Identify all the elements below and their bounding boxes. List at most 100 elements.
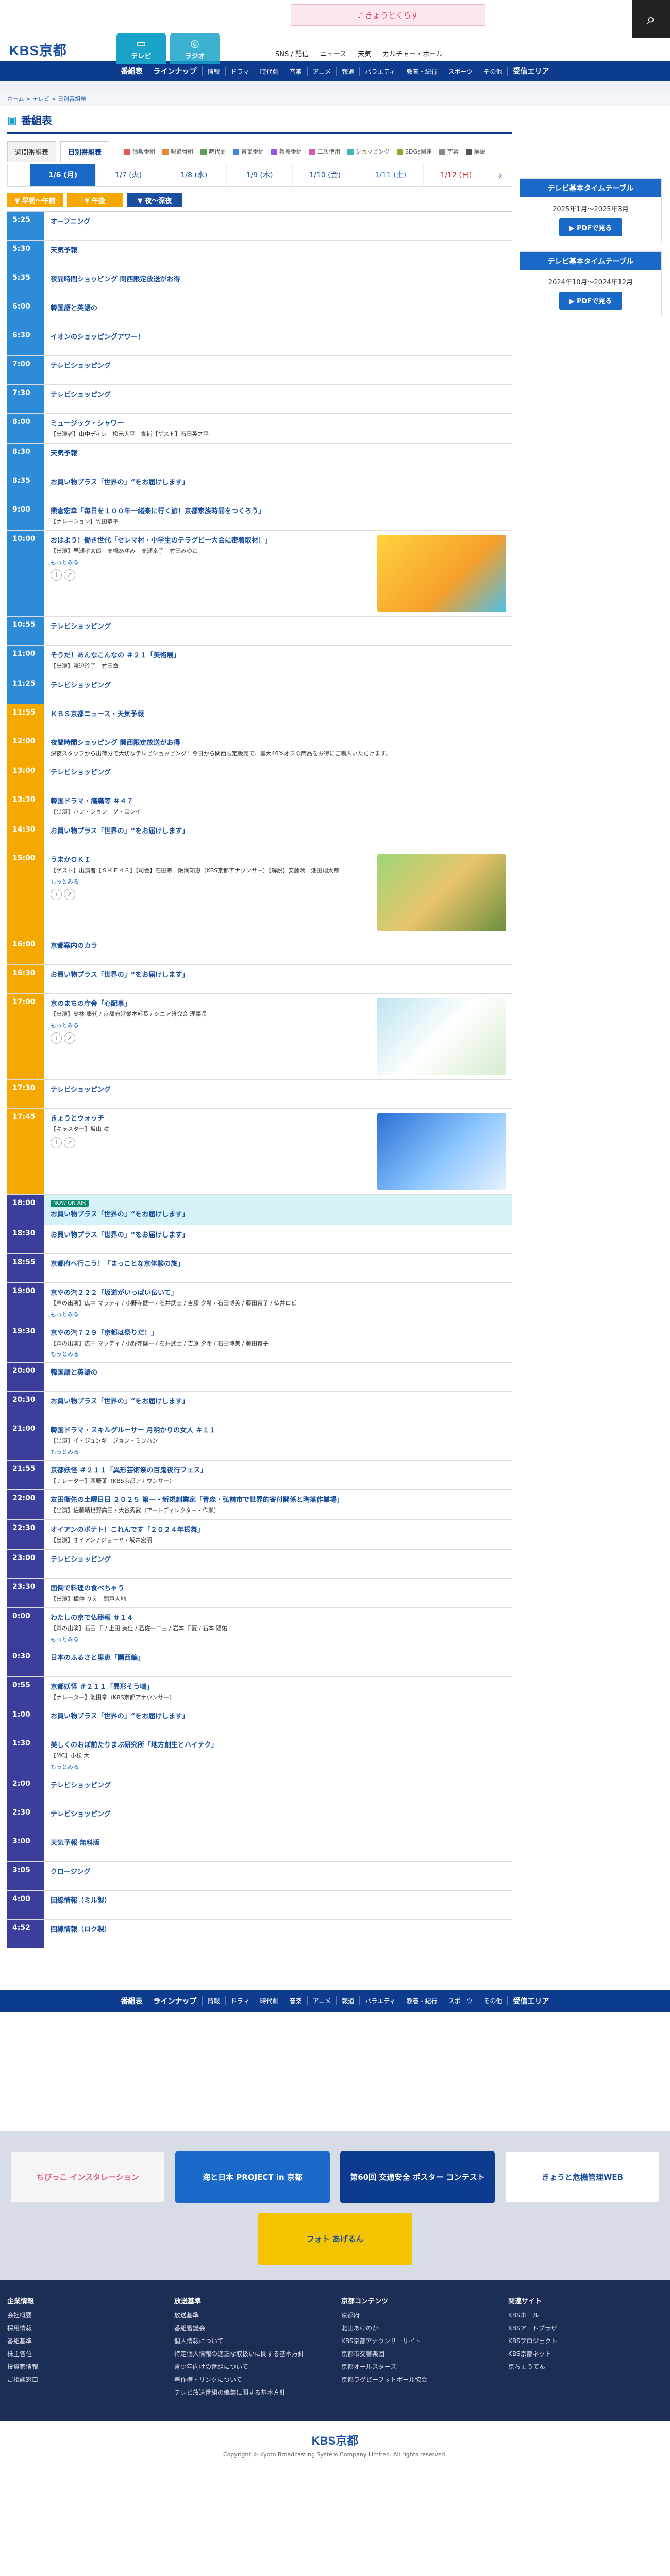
schedule-row[interactable]: 15:00 うまかＯＫＩ 【ゲスト】出演者【ＳＫＥ４８】【司会】石田宗 阪間知恵（K… [7,850,512,936]
footer-link[interactable]: KBSアートプラザ [508,2324,663,2332]
search-button[interactable]: ⌕ [632,0,670,38]
footer-link[interactable]: KBSホール [508,2311,663,2319]
schedule-row[interactable]: 22:30 オイアンのポテト！これんです「２０２４年振舞」 【出演】オイアン / ジ… [7,1519,512,1550]
schedule-row[interactable]: 8:30 天気予報 [7,443,512,472]
top-banner[interactable]: ♪ きょうとくらす [291,4,485,26]
nav-item[interactable]: ドラマ [226,66,255,76]
program-cell[interactable]: お買い物プラス「世界の」“をお届けします」 [44,821,512,850]
program-cell[interactable]: テレビショッピング [44,617,512,645]
schedule-row[interactable]: 18:30 お買い物プラス「世界の」“をお届けします」 [7,1225,512,1254]
program-title[interactable]: 京都府へ行こう！「まっことな京体験の旅」 [51,1258,506,1268]
schedule-row[interactable]: 12:00 夜間時間ショッピング 関西限定放送がお得 深夜スタッフから出荷分で大切な… [7,733,512,763]
date-tab[interactable]: 1/6 (月) [30,164,96,186]
nav-item[interactable]: ラインナップ [148,66,203,76]
schedule-row[interactable]: 16:00 京都案内のカラ [7,936,512,965]
schedule-row[interactable]: 8:35 お買い物プラス「世界の」“をお届けします」 [7,472,512,501]
program-thumbnail[interactable] [377,535,506,613]
program-cell[interactable]: テレビショッピング [44,762,512,791]
program-cell[interactable]: オープニング [44,212,512,240]
program-cell[interactable]: クロージング [44,1862,512,1890]
program-cell[interactable]: お買い物プラス「世界の」“をお届けします」 [44,472,512,501]
program-cell[interactable]: お買い物プラス「世界の」“をお届けします」 [44,1392,512,1420]
program-title[interactable]: テレビショッピング [51,1084,506,1094]
program-cell[interactable]: 京やの汽２２２「坂道がいっぱい伝いて」 【声の出演】広中 マッティ / 小野寺健一… [44,1283,512,1323]
program-title[interactable]: クロージング [51,1866,506,1876]
program-cell[interactable]: きょうとウォッチ 【キャスター】坂山 咲 i ↗ [44,1109,512,1194]
program-title[interactable]: お買い物プラス「世界の」“をお届けします」 [51,477,506,486]
nav-item[interactable]: 報道 [337,66,360,76]
program-title[interactable]: 京都妖怪 ＃２１１「異形そう鳴」 [51,1681,506,1691]
header-link[interactable]: カルチャー・ホール [382,48,443,58]
program-title[interactable]: お買い物プラス「世界の」“をお届けします」 [51,1229,506,1239]
program-title[interactable]: オイアンのポテト！これんです「２０２４年振舞」 [51,1524,506,1534]
program-title[interactable]: 回線情報（ロク製） [51,1924,506,1934]
nav-item[interactable]: ラインナップ [148,1995,203,2006]
program-cell[interactable]: うまかＯＫＩ 【ゲスト】出演者【ＳＫＥ４８】【司会】石田宗 阪間知恵（KBS京都ア… [44,850,512,936]
nav-item[interactable]: 時代劇 [255,1996,284,2006]
program-title[interactable]: テレビショッピング [51,1780,506,1789]
nav-item[interactable]: 教養・紀行 [401,66,443,76]
breadcrumb[interactable]: ホーム > テレビ > 日別番組表 [0,91,670,106]
banner-item[interactable]: ちびっこ インスタレーション [10,2151,165,2203]
footer-link[interactable]: 著作権・リンクについて [174,2375,329,2384]
schedule-row[interactable]: 3:05 クロージング [7,1861,512,1891]
schedule-row[interactable]: 14:30 お買い物プラス「世界の」“をお届けします」 [7,821,512,850]
program-title[interactable]: 韓国語と英語の [51,1367,506,1377]
banner-item[interactable]: 第60回 交通安全 ポスター コンテスト [340,2151,495,2203]
program-cell[interactable]: お買い物プラス「世界の」“をお届けします」 [44,1225,512,1253]
schedule-row[interactable]: 2:00 テレビショッピング [7,1775,512,1804]
program-title[interactable]: そうだ！あんなこんなの ＃２１「美術展」 [51,650,506,659]
nav-item[interactable]: 報道 [337,1996,360,2006]
info-icon[interactable]: i [51,1032,62,1044]
program-cell[interactable]: テレビショッピング [44,356,512,384]
footer-link[interactable]: 個人情報について [174,2336,329,2345]
program-cell[interactable]: テレビショッピング [44,1080,512,1108]
program-title[interactable]: 韓国ドラマ・痛痛等 ＃４７ [51,795,506,805]
schedule-row[interactable]: 19:00 京やの汽２２２「坂道がいっぱい伝いて」 【声の出演】広中 マッティ / … [7,1282,512,1323]
schedule-row[interactable]: 8:00 ミュージック・シャワー 【出演者】山中ディレ 松元大平 實補【ゲスト】石田… [7,414,512,444]
program-title[interactable]: お買い物プラス「世界の」“をお届けします」 [51,969,506,979]
program-thumbnail[interactable] [377,997,506,1075]
schedule-row[interactable]: 19:30 京やの汽７２９「京都は祭りだ！」 【声の出演】広中 マッティ / 小野寺… [7,1323,512,1363]
program-title[interactable]: テレビショッピング [51,1554,506,1564]
schedule-row[interactable]: 5:30 天気予報 [7,241,512,269]
header-link[interactable]: 天気 [358,48,371,58]
more-link[interactable]: もっとみる [51,1310,506,1318]
program-title[interactable]: テレビショッピング [51,767,506,776]
date-tab[interactable]: 1/12 (日) [424,164,489,186]
schedule-row[interactable]: 0:55 京都妖怪 ＃２１１「異形そう鳴」 【ナレーター】池田章（KBS京都アナウン… [7,1676,512,1707]
more-link[interactable]: もっとみる [51,1635,506,1643]
program-title[interactable]: 夜間時間ショッピング 関西限定放送がお得 [51,737,506,747]
program-title[interactable]: 天気予報 [51,448,506,457]
nav-item[interactable]: バラエティ [360,1996,401,2006]
footer-link[interactable]: 投資家情報 [7,2362,162,2371]
footer-link[interactable]: 会社概要 [7,2311,162,2319]
nav-item[interactable]: アニメ [308,1996,337,2006]
date-tab[interactable]: 1/9 (木) [227,164,293,186]
program-cell[interactable]: 熊倉宏幸「毎日を１００年一緒楽に行く旅！京都家族時間をつくろう」 【ナレーション】… [44,501,512,531]
program-cell[interactable]: 日本のふるさと里恵「関西編」 [44,1648,512,1676]
footer-link[interactable]: 京都ラグビーフットボール協会 [341,2375,496,2384]
schedule-row[interactable]: 11:00 そうだ！あんなこんなの ＃２１「美術展」 【出演】渡辺玲子 竹田章 [7,646,512,675]
date-tab[interactable]: 1/7 (火) [96,164,162,186]
schedule-row[interactable]: 10:00 おはよう！働き世代「セレマ村・小学生のテラグビー大会に密着取材！」 【出… [7,531,512,617]
schedule-row[interactable]: 13:30 韓国ドラマ・痛痛等 ＃４７ 【出演】ハン・ジョン ソ・ユンイ [7,791,512,821]
footer-link[interactable]: 京都市交響楽団 [341,2349,496,2358]
schedule-row[interactable]: 5:25 オープニング [7,212,512,241]
program-title[interactable]: テレビショッピング [51,680,506,689]
program-cell[interactable]: ミュージック・シャワー 【出演者】山中ディレ 松元大平 實補【ゲスト】石田英之平 [44,414,512,443]
nav-item[interactable]: 音楽 [284,66,308,76]
program-title[interactable]: 京都妖怪 ＃２１１「異形芸術祭の百鬼夜行フェス」 [51,1465,506,1475]
nav-item[interactable]: ドラマ [226,1996,255,2006]
program-cell[interactable]: 回線情報（ミル製） [44,1891,512,1919]
nav-item[interactable]: 情報 [203,1996,226,2006]
program-cell[interactable]: 夜間時間ショッピング 関西限定放送がお得 深夜スタッフから出荷分で大切なテレビショ… [44,733,512,762]
schedule-row[interactable]: 4:00 回線情報（ミル製） [7,1890,512,1920]
schedule-row[interactable]: 18:55 京都府へ行こう！「まっことな京体験の旅」 [7,1253,512,1283]
footer-link[interactable]: 京ちょうてん [508,2362,663,2371]
nav-item[interactable]: 受信エリア [508,66,554,76]
program-cell[interactable]: そうだ！あんなこんなの ＃２１「美術展」 【出演】渡辺玲子 竹田章 [44,646,512,675]
schedule-row[interactable]: 6:30 イオンのショッピングアワー！ [7,327,512,356]
pdf-button[interactable]: ▶ PDFで見る [559,292,623,310]
schedule-row[interactable]: 10:55 テレビショッピング [7,617,512,646]
